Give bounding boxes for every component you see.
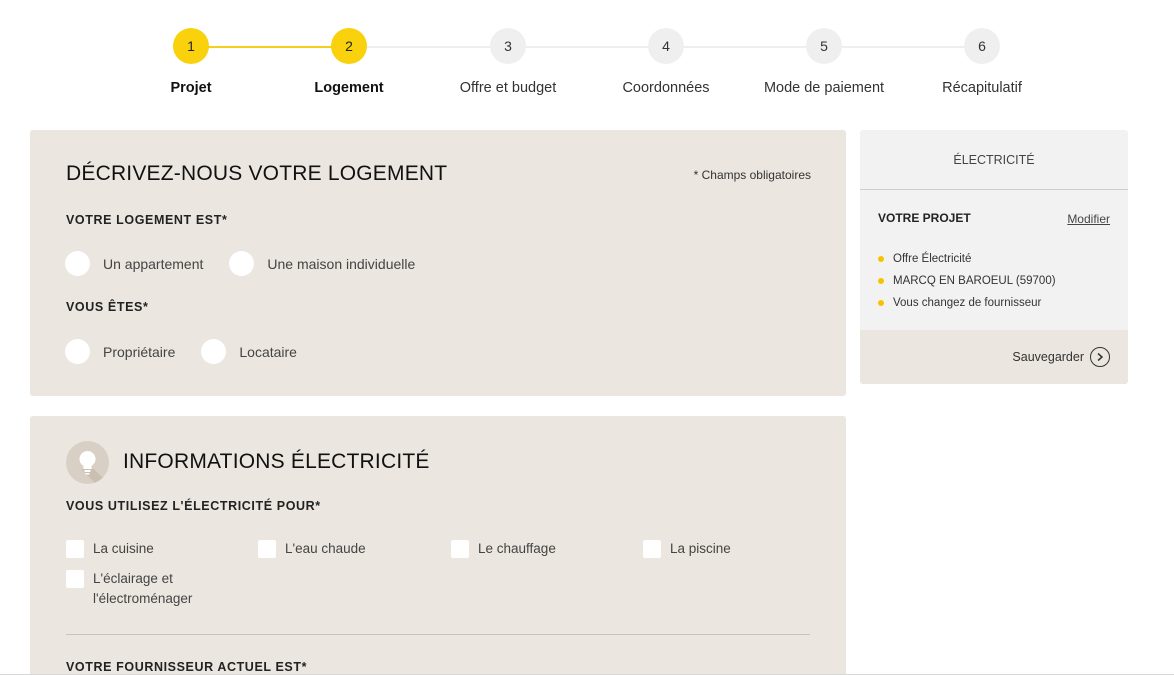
- checkbox-box[interactable]: [258, 540, 276, 558]
- step-label: Coordonnées: [622, 80, 710, 96]
- checkbox-eclairage[interactable]: L'éclairage et l'électroménager: [66, 570, 216, 609]
- radio-locataire[interactable]: Locataire: [201, 339, 297, 364]
- list-item-text: Vous changez de fournisseur: [893, 297, 1042, 309]
- project-summary-sidebar: ÉLECTRICITÉ VOTRE PROJET Modifier Offre …: [860, 130, 1128, 384]
- step-offre-budget[interactable]: 3 Offre et budget: [428, 28, 588, 96]
- bullet-icon: [878, 300, 884, 306]
- radio-label: Propriétaire: [103, 343, 176, 360]
- step-recapitulatif[interactable]: 6 Récapitulatif: [902, 28, 1062, 96]
- step-label: Offre et budget: [459, 80, 557, 96]
- radio-label: Une maison individuelle: [267, 255, 416, 272]
- checkbox-label: La cuisine: [93, 541, 154, 556]
- step-label: Logement: [314, 80, 384, 96]
- radio-circle[interactable]: [201, 339, 227, 364]
- save-label: Sauvegarder: [1012, 350, 1084, 364]
- sidebar-body: VOTRE PROJET Modifier Offre Électricité …: [860, 190, 1128, 330]
- lightbulb-icon: [66, 441, 109, 484]
- checkbox-box[interactable]: [66, 570, 84, 588]
- modify-link[interactable]: Modifier: [1067, 212, 1110, 226]
- step-logement[interactable]: 2 Logement: [269, 28, 429, 96]
- sidebar-footer: Sauvegarder: [860, 330, 1128, 384]
- save-button[interactable]: Sauvegarder: [1012, 347, 1110, 367]
- step-coordonnees[interactable]: 4 Coordonnées: [586, 28, 746, 96]
- step-label: Projet: [170, 80, 212, 96]
- radio-proprietaire[interactable]: Propriétaire: [65, 339, 175, 364]
- step-number: 2: [331, 28, 367, 64]
- checkbox-piscine[interactable]: La piscine: [643, 540, 731, 559]
- step-number: 6: [964, 28, 1000, 64]
- checkbox-label: Le chauffage: [478, 541, 556, 556]
- project-title: VOTRE PROJET: [878, 211, 971, 225]
- step-number: 1: [173, 28, 209, 64]
- step-label: Récapitulatif: [942, 80, 1022, 96]
- status-label: VOUS ÊTES*: [66, 300, 149, 314]
- step-number: 4: [648, 28, 684, 64]
- usage-label: VOUS UTILISEZ L'ÉLECTRICITÉ POUR*: [66, 499, 321, 513]
- checkbox-box[interactable]: [643, 540, 661, 558]
- checkbox-label: L'eau chaude: [285, 541, 366, 556]
- housing-type-label: VOTRE LOGEMENT EST*: [66, 213, 228, 227]
- list-item: MARCQ EN BAROEUL (59700): [878, 270, 1056, 292]
- step-projet[interactable]: 1 Projet: [111, 28, 271, 96]
- radio-circle[interactable]: [65, 339, 90, 364]
- checkbox-label: L'éclairage et l'électroménager: [93, 571, 193, 606]
- housing-title: DÉCRIVEZ-NOUS VOTRE LOGEMENT: [66, 162, 448, 185]
- list-item-text: MARCQ EN BAROEUL (59700): [893, 275, 1056, 287]
- list-item: Vous changez de fournisseur: [878, 292, 1056, 314]
- bullet-icon: [878, 256, 884, 262]
- housing-type-radio-group: Un appartement Une maison individuelle: [65, 251, 441, 276]
- radio-circle[interactable]: [65, 251, 90, 276]
- project-list: Offre Électricité MARCQ EN BAROEUL (5970…: [878, 248, 1056, 314]
- section-divider: [66, 634, 810, 635]
- electricity-card: INFORMATIONS ÉLECTRICITÉ VOUS UTILISEZ L…: [30, 416, 846, 675]
- checkbox-label: La piscine: [670, 541, 731, 556]
- checkbox-box[interactable]: [66, 540, 84, 558]
- housing-card: DÉCRIVEZ-NOUS VOTRE LOGEMENT * Champs ob…: [30, 130, 846, 396]
- step-number: 5: [806, 28, 842, 64]
- step-mode-paiement[interactable]: 5 Mode de paiement: [744, 28, 904, 96]
- electricity-title: INFORMATIONS ÉLECTRICITÉ: [123, 450, 430, 473]
- list-item: Offre Électricité: [878, 248, 1056, 270]
- step-number: 3: [490, 28, 526, 64]
- checkbox-box[interactable]: [451, 540, 469, 558]
- radio-circle[interactable]: [229, 251, 255, 276]
- required-fields-note: * Champs obligatoires: [693, 168, 811, 182]
- list-item-text: Offre Électricité: [893, 253, 972, 265]
- checkbox-chauffage[interactable]: Le chauffage: [451, 540, 556, 559]
- checkbox-cuisine[interactable]: La cuisine: [66, 540, 154, 559]
- chevron-right-circle-icon: [1090, 347, 1110, 367]
- radio-label: Locataire: [239, 343, 297, 360]
- sidebar-header: ÉLECTRICITÉ: [860, 130, 1128, 190]
- bullet-icon: [878, 278, 884, 284]
- step-label: Mode de paiement: [763, 80, 885, 96]
- radio-maison[interactable]: Une maison individuelle: [229, 251, 415, 276]
- radio-label: Un appartement: [103, 255, 204, 272]
- radio-appartement[interactable]: Un appartement: [65, 251, 203, 276]
- status-radio-group: Propriétaire Locataire: [65, 339, 323, 364]
- progress-stepper: 1 Projet 2 Logement 3 Offre et budget 4 …: [0, 0, 1174, 120]
- current-supplier-label: VOTRE FOURNISSEUR ACTUEL EST*: [66, 660, 308, 674]
- checkbox-eau-chaude[interactable]: L'eau chaude: [258, 540, 366, 559]
